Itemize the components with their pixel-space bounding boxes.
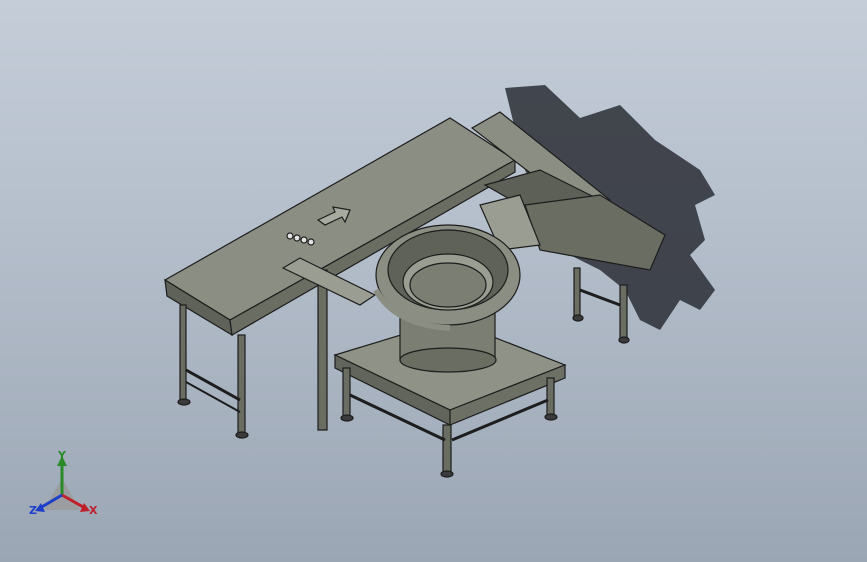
x-axis-label: X <box>89 504 98 517</box>
assembly-model[interactable] <box>0 0 867 562</box>
coordinate-triad <box>35 456 90 512</box>
y-axis-label: Y <box>58 449 66 462</box>
vibratory-bowl-feeder[interactable] <box>333 224 567 478</box>
z-axis-label: Z <box>29 504 37 517</box>
cad-viewport[interactable]: Y X Z <box>0 0 867 562</box>
